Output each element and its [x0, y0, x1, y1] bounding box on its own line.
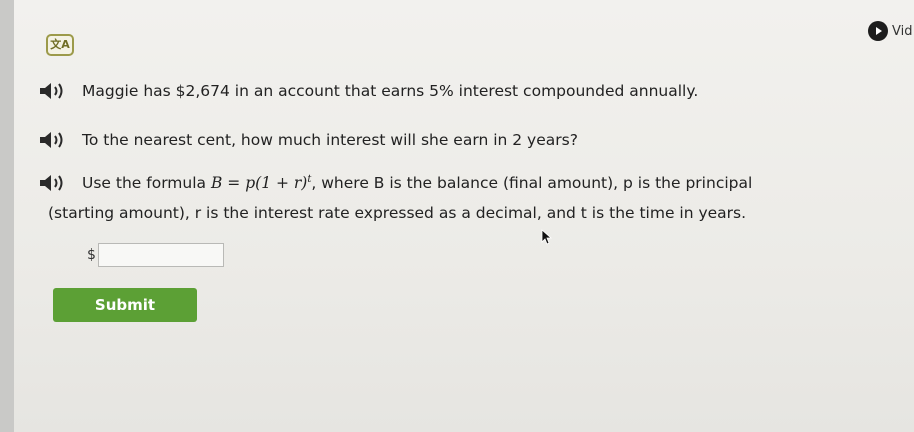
speaker-icon[interactable]	[38, 131, 68, 149]
currency-label: $	[87, 247, 96, 263]
left-edge-strip	[0, 0, 14, 432]
play-icon	[868, 21, 888, 41]
speaker-icon[interactable]	[38, 174, 68, 192]
formula-lhs: B	[210, 174, 223, 193]
formula-intro: Use the formula	[82, 174, 207, 193]
question-text-2: To the nearest cent, how much interest w…	[82, 131, 578, 149]
video-label: Vid	[892, 23, 913, 39]
submit-button[interactable]: Submit	[53, 288, 197, 322]
formula-rhs: p(1 + r)	[245, 174, 308, 193]
translate-icon[interactable]: 文A	[46, 34, 74, 56]
formula-equals: =	[227, 174, 241, 193]
answer-input[interactable]	[98, 243, 224, 267]
mouse-pointer-icon	[541, 229, 553, 245]
question-line-1: Maggie has $2,674 in an account that ear…	[38, 82, 698, 100]
question-line-4: (starting amount), r is the interest rat…	[48, 204, 747, 222]
speaker-icon[interactable]	[38, 82, 68, 100]
question-line-2: To the nearest cent, how much interest w…	[38, 131, 578, 149]
formula: B = p(1 + r)t	[206, 174, 311, 192]
video-button[interactable]: Vid	[868, 20, 912, 42]
question-line-3: Use the formula B = p(1 + r)t , where B …	[38, 174, 752, 192]
question-text-1: Maggie has $2,674 in an account that ear…	[82, 82, 699, 100]
formula-explanation: , where B is the balance (final amount),…	[311, 174, 753, 193]
